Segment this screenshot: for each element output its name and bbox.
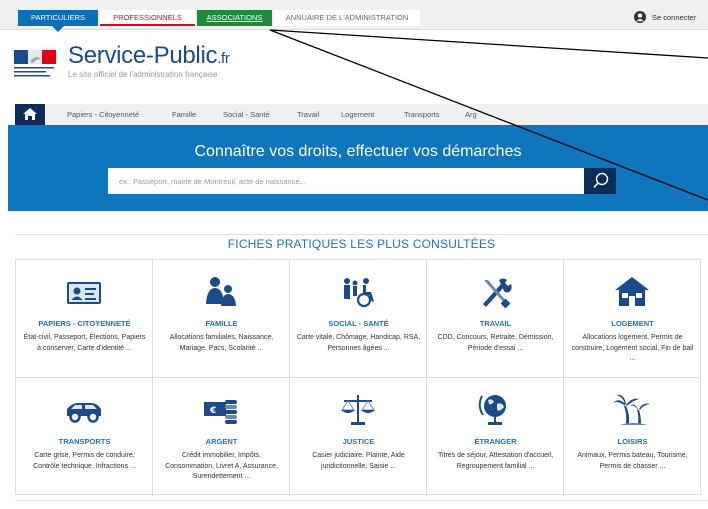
nav-papiers[interactable]: Papiers - Citoyenneté (67, 104, 139, 125)
login-link[interactable]: Se connecter (652, 13, 696, 22)
search-heading: Connaître vos droits, effectuer vos déma… (194, 143, 522, 160)
section-divider (15, 234, 708, 235)
palm-tree-icon (613, 394, 650, 425)
site-title[interactable]: Service-Public.fr (68, 42, 230, 70)
category-justice[interactable]: JUSTICE Casier judiciaire, Plainte, Aide… (290, 378, 427, 496)
category-loisirs[interactable]: LOISIRS Animaux, Permis bateau, Tourisme… (564, 378, 701, 496)
category-etranger[interactable]: ÉTRANGER Titres de séjour, Attestation d… (427, 378, 564, 496)
nav-famille[interactable]: Famille (172, 104, 196, 125)
search-icon (593, 172, 609, 189)
home-icon (23, 108, 37, 120)
category-desc: Carte vitale, Chômage, Handicap, RSA, Pe… (296, 334, 421, 352)
search-input[interactable] (108, 168, 584, 194)
category-desc: Allocations familiales, Naissance, Maria… (169, 334, 274, 352)
category-desc: Casier judiciaire, Plainte, Aide juridic… (312, 452, 405, 470)
category-social-sante[interactable]: SOCIAL - SANTÉ Carte vitale, Chômage, Ha… (290, 260, 427, 378)
category-name: FAMILLE (205, 319, 238, 328)
nav-transports[interactable]: Transports (404, 104, 440, 125)
search-button[interactable] (584, 168, 616, 194)
category-name: SOCIAL - SANTÉ (328, 319, 389, 328)
nav-social-sante[interactable]: Social - Santé (223, 104, 270, 125)
home-button[interactable] (15, 104, 45, 125)
house-icon (615, 277, 649, 306)
category-desc: Carte grise, Permis de conduire, Contrôl… (33, 452, 136, 470)
category-name: ÉTRANGER (474, 437, 517, 446)
category-desc: État-civil, Passeport, Élections, Papier… (23, 334, 146, 352)
category-desc: Crédit immobilier, Impôts, Consommation,… (165, 452, 278, 480)
nav-travail[interactable]: Travail (297, 104, 319, 125)
site-name: Service-Public (68, 42, 218, 69)
category-name: LOISIRS (617, 437, 648, 446)
category-famille[interactable]: FAMILLE Allocations familiales, Naissanc… (153, 260, 290, 378)
footer-divider (15, 500, 708, 501)
categories-grid: PAPIERS - CITOYENNETÉ État-civil, Passep… (15, 259, 701, 496)
site-tagline: Le site officiel de l'administration fra… (68, 70, 218, 79)
scales-icon (341, 395, 375, 425)
family-icon (206, 277, 236, 306)
annotation-line (269, 29, 708, 59)
main-nav: Papiers - Citoyenneté Famille Social - S… (15, 104, 708, 125)
category-name: LOGEMENT (611, 319, 654, 328)
category-desc: Allocations logement, Permis de construi… (571, 334, 694, 362)
category-name: JUSTICE (342, 437, 375, 446)
category-travail[interactable]: TRAVAIL CDD, Concours, Retraite, Démissi… (427, 260, 564, 378)
site-suffix: .fr (217, 50, 230, 67)
nav-logement[interactable]: Logement (341, 104, 374, 125)
user-icon[interactable] (634, 11, 646, 23)
car-icon (67, 403, 101, 423)
svg-text:€: € (209, 406, 216, 416)
category-logement[interactable]: LOGEMENT Allocations logement, Permis de… (564, 260, 701, 378)
globe-icon (478, 395, 506, 425)
category-papiers[interactable]: PAPIERS - CITOYENNETÉ État-civil, Passep… (16, 260, 153, 378)
search-banner: Connaître vos droits, effectuer vos déma… (8, 125, 708, 211)
marianne-logo[interactable] (14, 50, 64, 80)
tab-particuliers[interactable]: PARTICULIERS (18, 10, 98, 32)
category-name: ARGENT (205, 437, 238, 446)
category-desc: Animaux, Permis bateau, Tourisme, Permis… (577, 452, 688, 470)
section-title: FICHES PRATIQUES LES PLUS CONSULTÉES (227, 237, 496, 251)
category-argent[interactable]: € ARGENT Crédit immobilier, Impôts, Cons… (153, 378, 290, 496)
audience-bar: PARTICULIERS PROFESSIONNELS ASSOCIATIONS… (0, 0, 708, 32)
tools-icon (483, 278, 512, 309)
nav-argent[interactable]: Arg (465, 104, 477, 125)
tab-associations[interactable]: ASSOCIATIONS (197, 10, 272, 26)
category-transports[interactable]: TRANSPORTS Carte grise, Permis de condui… (16, 378, 153, 496)
money-icon: € (204, 400, 237, 424)
wheelchair-icon (344, 278, 374, 308)
category-desc: CDD, Concours, Retraite, Démission, Péri… (437, 334, 554, 352)
tab-professionnels[interactable]: PROFESSIONNELS (100, 10, 195, 26)
id-card-icon (67, 282, 101, 304)
category-name: TRAVAIL (479, 319, 512, 328)
category-name: TRANSPORTS (58, 437, 111, 446)
category-desc: Titres de séjour, Attestation d'accueil,… (437, 452, 554, 470)
tab-annuaire[interactable]: ANNUAIRE DE L'ADMINISTRATION (274, 10, 420, 26)
category-name: PAPIERS - CITOYENNETÉ (38, 319, 131, 328)
